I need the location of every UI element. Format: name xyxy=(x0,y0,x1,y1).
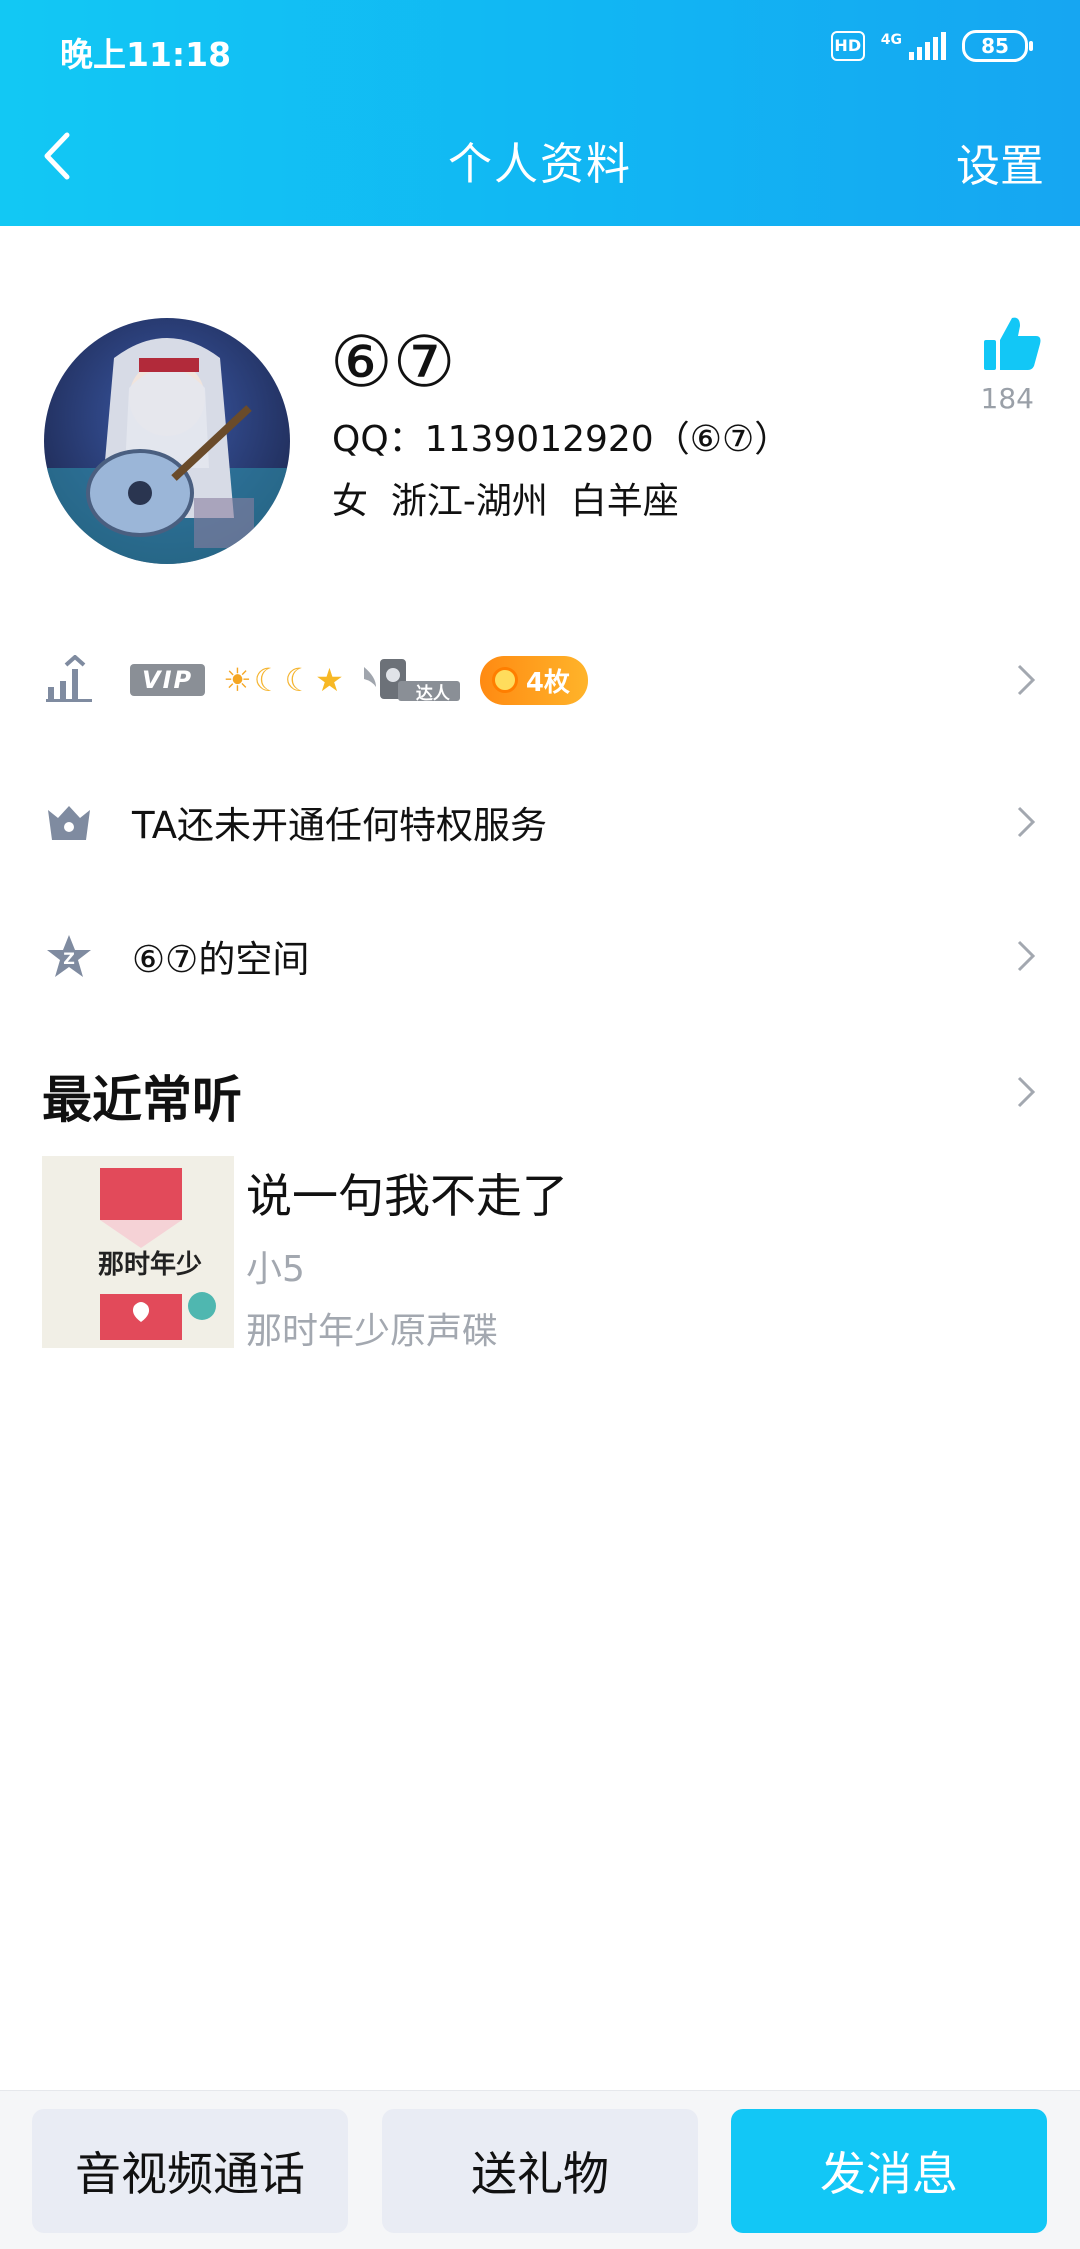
album-cover[interactable]: 那时年少 xyxy=(42,1156,234,1348)
daren-badge: 达人 xyxy=(362,657,462,704)
page-title: 个人资料 xyxy=(448,139,632,190)
recent-more-chevron-icon[interactable] xyxy=(1012,1072,1040,1112)
vip-badge: VIP xyxy=(130,664,206,696)
avatar[interactable] xyxy=(44,318,290,564)
signal-icon: 4G xyxy=(881,32,946,60)
send-message-button[interactable]: 发消息 xyxy=(731,2109,1047,2233)
daren-label: 达人 xyxy=(415,684,450,704)
status-time: 晚上11:18 xyxy=(60,35,232,74)
battery-icon: 85 xyxy=(962,30,1033,62)
network-label: 4G xyxy=(880,32,902,48)
song-title[interactable]: 说一句我不走了 xyxy=(246,1160,568,1226)
svg-text:Z: Z xyxy=(63,949,75,968)
like-button[interactable] xyxy=(982,314,1042,378)
av-call-button[interactable]: 音视频通话 xyxy=(32,2109,348,2233)
hd-icon: HD xyxy=(830,31,865,61)
star-icon: ★ xyxy=(315,661,344,699)
chevron-right-icon xyxy=(1012,802,1040,842)
status-icons: HD 4G 85 xyxy=(830,30,1033,62)
badge-list: VIP ☀ ☾ ☾ ★ 达人 4枚 xyxy=(130,655,588,705)
header: 晚上11:18 HD 4G 85 个人资料 设置 xyxy=(0,0,1080,226)
privilege-text: TA还未开通任何特权服务 xyxy=(132,804,548,847)
like-count: 184 xyxy=(980,382,1034,415)
avatar-image xyxy=(44,318,290,564)
medal-count: 4枚 xyxy=(525,667,570,698)
bottom-action-bar: 音视频通话 送礼物 发消息 xyxy=(0,2090,1080,2249)
qzone-star-icon: Z xyxy=(44,931,94,981)
thumbs-up-icon xyxy=(984,317,1041,370)
level-chart-icon xyxy=(44,655,94,705)
song-album: 那时年少原声碟 xyxy=(246,1311,499,1352)
chevron-right-icon xyxy=(1012,660,1040,700)
song-artist: 小5 xyxy=(246,1249,305,1290)
settings-button[interactable]: 设置 xyxy=(956,130,1044,194)
send-gift-button[interactable]: 送礼物 xyxy=(382,2109,698,2233)
qq-level: ☀ ☾ ☾ ★ xyxy=(223,661,344,699)
medal-icon xyxy=(491,667,518,693)
qzone-row[interactable]: Z ⑥⑦的空间 xyxy=(0,906,1080,1006)
profile-info: 女 浙江-湖州 白羊座 xyxy=(332,481,679,522)
moon-icon: ☾ xyxy=(253,661,283,699)
recent-listening-title: 最近常听 xyxy=(42,1071,242,1129)
moon-icon: ☾ xyxy=(284,661,314,699)
level-row[interactable]: VIP ☀ ☾ ☾ ★ 达人 4枚 xyxy=(0,630,1080,730)
sun-icon: ☀ xyxy=(223,661,252,699)
chevron-right-icon xyxy=(1012,936,1040,976)
qq-number: QQ：1139012920（⑥⑦） xyxy=(332,419,791,460)
crown-icon xyxy=(44,797,94,847)
qzone-text: ⑥⑦的空间 xyxy=(132,938,310,981)
album-cover-text: 那时年少 xyxy=(98,1250,203,1280)
nickname: ⑥⑦ xyxy=(330,321,456,403)
privilege-row[interactable]: TA还未开通任何特权服务 xyxy=(0,772,1080,872)
medal-badge: 4枚 xyxy=(479,655,588,705)
